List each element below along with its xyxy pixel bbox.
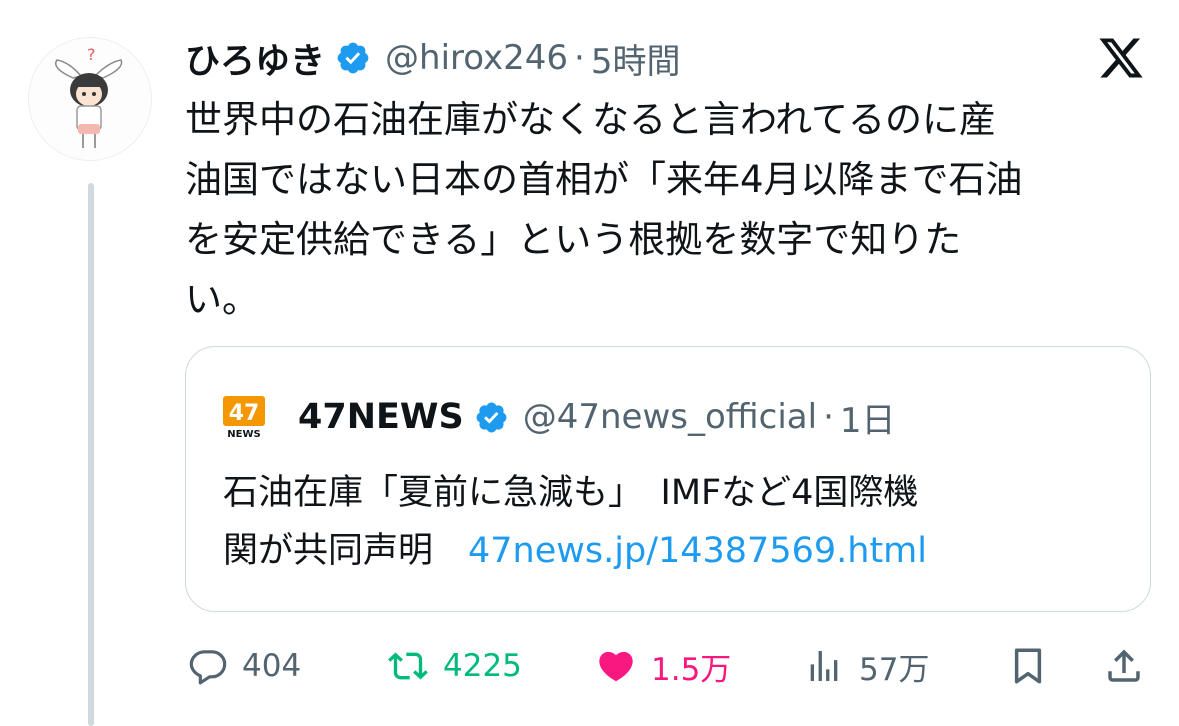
bookmark-button[interactable]	[1007, 636, 1049, 696]
retweet-count: 4225	[443, 648, 522, 684]
share-button[interactable]	[1103, 636, 1145, 696]
quoted-author-name[interactable]: 47NEWS	[298, 397, 464, 437]
quoted-tweet-text: 石油在庫「夏前に急減も」 IMFなど4国際機 関が共同声明 47news.jp/…	[223, 464, 1123, 580]
svg-text:NEWS: NEWS	[227, 429, 260, 438]
reply-count: 404	[242, 648, 302, 684]
views-count: 57万	[859, 651, 930, 688]
separator-dot: ·	[823, 397, 834, 437]
tweet-header: ひろゆき @hirox246 · 5時間	[185, 32, 680, 84]
avatar-image: ?	[55, 45, 123, 148]
quoted-tweet-link[interactable]: 47news.jp/14387569.html	[468, 531, 927, 571]
like-button[interactable]: 1.5万	[595, 636, 731, 696]
share-icon	[1108, 649, 1140, 682]
views-icon	[810, 651, 838, 681]
author-name[interactable]: ひろゆき	[185, 33, 325, 84]
quoted-tweet-header: 47 NEWS 47NEWS @47news_official · 1日	[223, 389, 896, 445]
separator-dot: ·	[574, 38, 585, 78]
verified-badge-icon	[337, 42, 369, 74]
tweet-timestamp[interactable]: 5時間	[591, 34, 681, 83]
bookmark-icon	[1014, 648, 1042, 684]
avatar[interactable]: ?	[28, 37, 152, 161]
tweet-text: 世界中の石油在庫がなくなると言われてるのに産 油国ではない日本の首相が「来年4月…	[185, 98, 1023, 321]
like-count: 1.5万	[651, 651, 732, 688]
tweet-actions-bar: 404 4225 1.5万 57万	[185, 636, 1145, 696]
svg-text:?: ?	[87, 45, 96, 64]
thread-line	[88, 183, 94, 726]
views-button[interactable]: 57万	[803, 636, 929, 696]
reply-icon	[189, 650, 227, 685]
retweet-button[interactable]: 4225	[387, 636, 522, 696]
x-logo-icon[interactable]	[1096, 34, 1146, 82]
verified-badge-icon	[476, 402, 507, 432]
quoted-tweet-timestamp[interactable]: 1日	[840, 393, 896, 442]
quoted-author-handle[interactable]: @47news_official	[523, 397, 817, 437]
like-icon	[599, 651, 633, 682]
retweet-icon	[388, 652, 428, 680]
reply-button[interactable]: 404	[188, 636, 301, 696]
author-handle[interactable]: @hirox246	[385, 38, 568, 78]
svg-text:47: 47	[229, 401, 260, 426]
47news-logo-icon: 47 NEWS	[223, 396, 265, 438]
quoted-tweet-card[interactable]: 47 NEWS 47NEWS @47news_official · 1日 石油在…	[185, 346, 1151, 612]
